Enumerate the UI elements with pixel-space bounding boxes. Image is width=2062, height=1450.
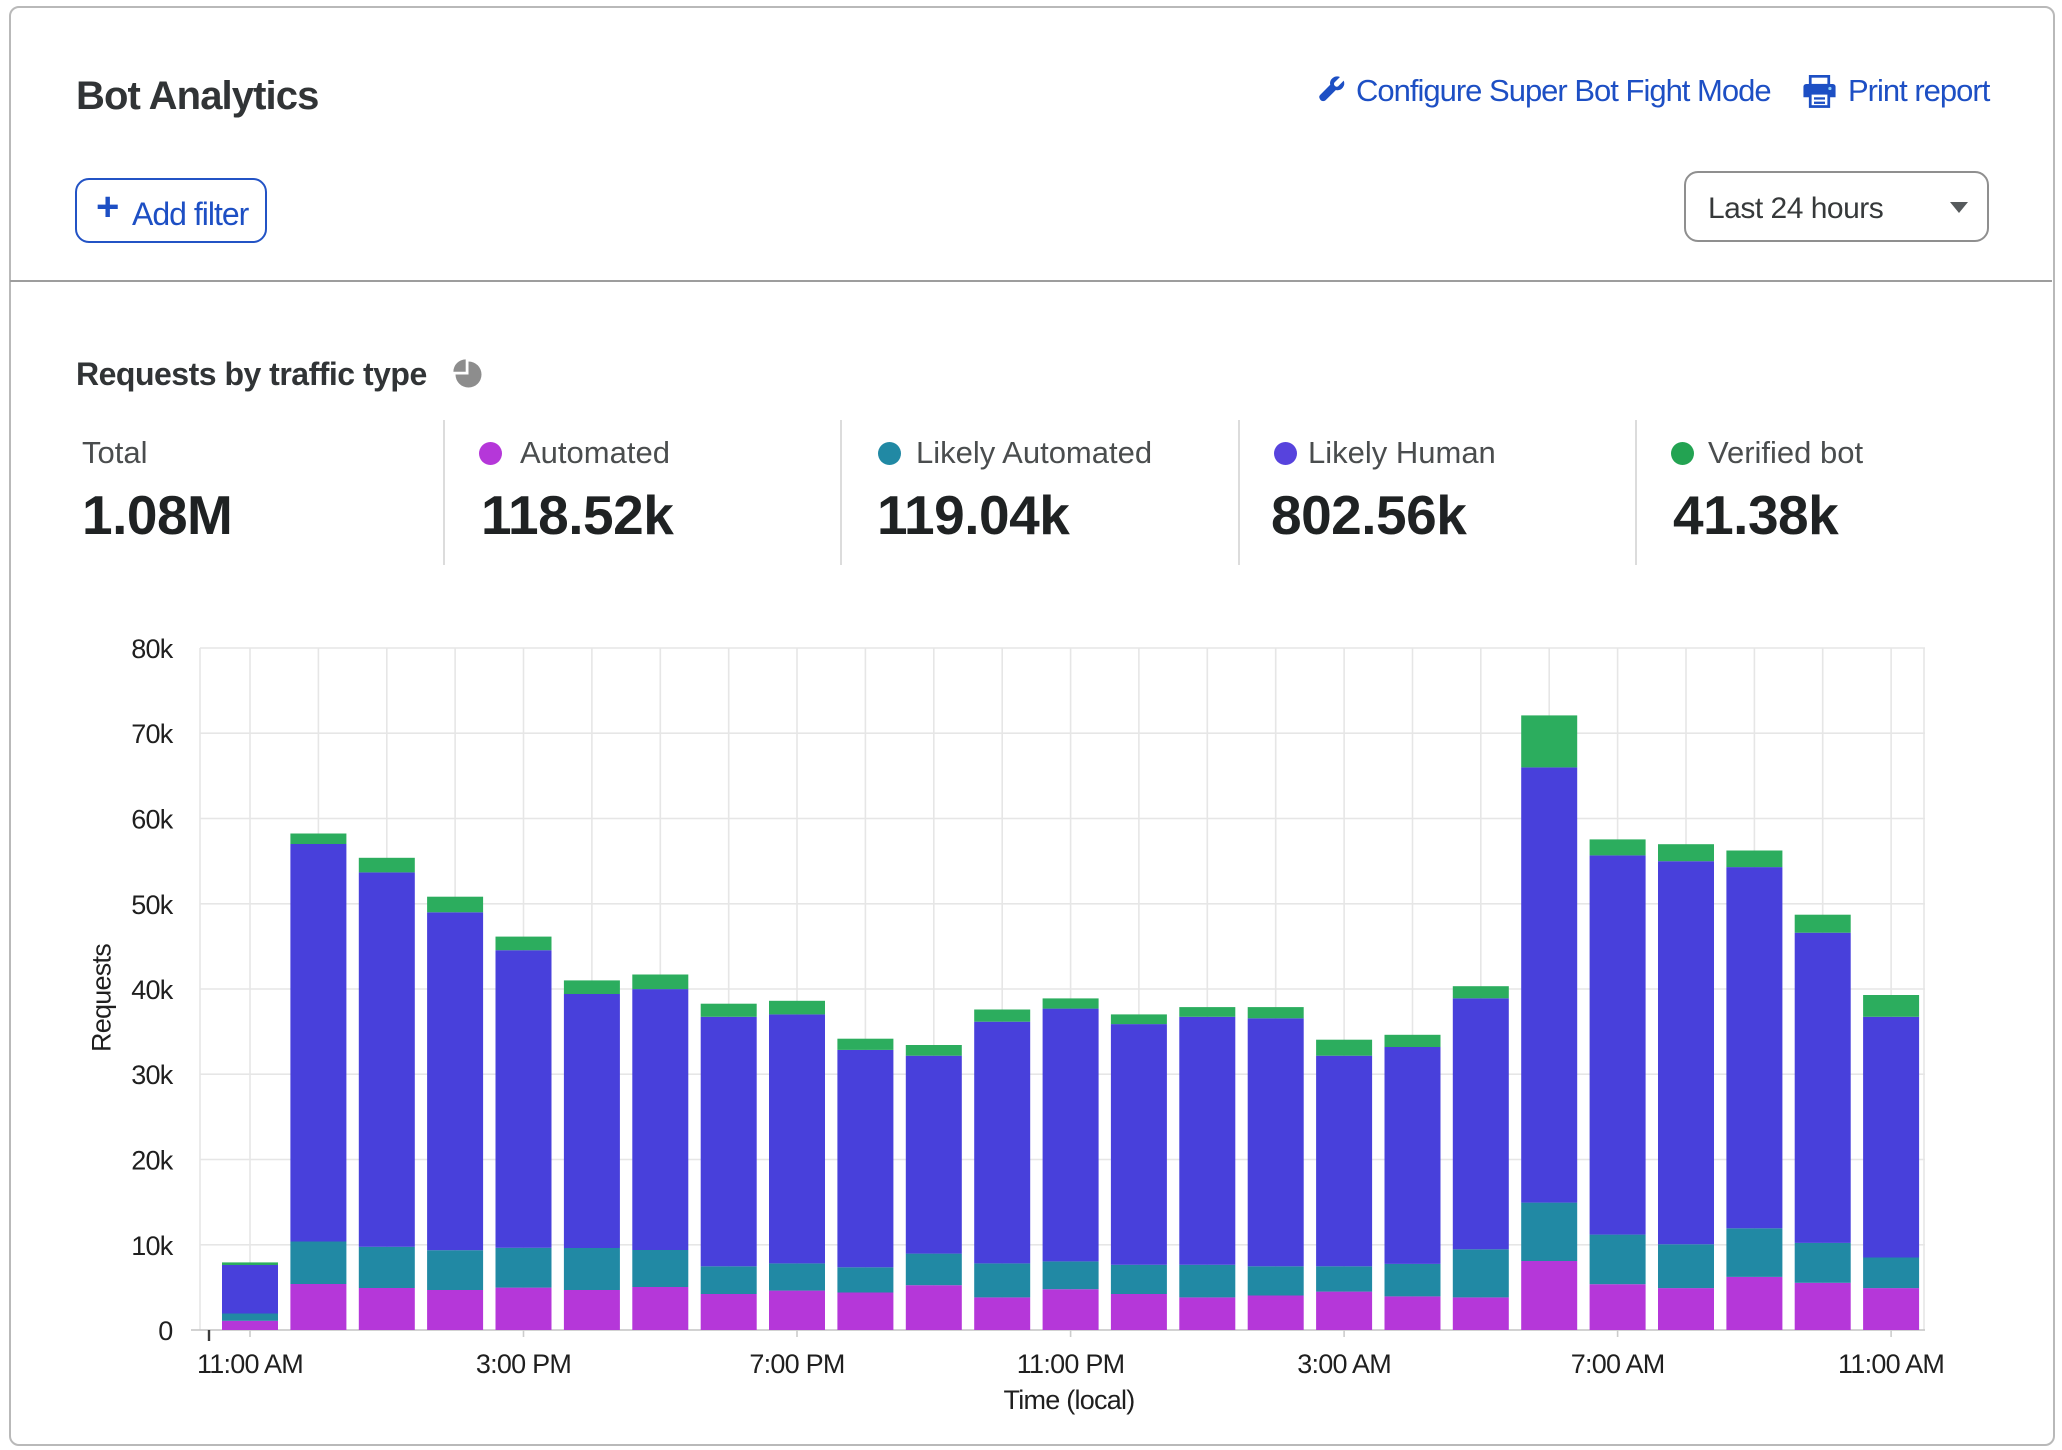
svg-text:Time (local): Time (local): [1003, 1385, 1134, 1415]
svg-text:50k: 50k: [131, 890, 174, 920]
svg-text:3:00 AM: 3:00 AM: [1297, 1349, 1391, 1379]
svg-text:10k: 10k: [131, 1231, 174, 1261]
svg-text:11:00 PM: 11:00 PM: [1017, 1349, 1125, 1379]
svg-text:0: 0: [158, 1316, 172, 1346]
svg-text:40k: 40k: [131, 975, 174, 1005]
svg-text:Requests: Requests: [87, 944, 117, 1052]
svg-text:11:00 AM: 11:00 AM: [1838, 1349, 1944, 1379]
svg-text:80k: 80k: [131, 634, 174, 664]
svg-text:70k: 70k: [131, 719, 174, 749]
svg-text:3:00 PM: 3:00 PM: [476, 1349, 571, 1379]
svg-text:60k: 60k: [131, 805, 174, 835]
svg-text:30k: 30k: [131, 1060, 174, 1090]
svg-text:7:00 AM: 7:00 AM: [1571, 1349, 1665, 1379]
svg-text:11:00 AM: 11:00 AM: [197, 1349, 303, 1379]
svg-text:7:00 PM: 7:00 PM: [749, 1349, 844, 1379]
svg-text:20k: 20k: [131, 1146, 174, 1176]
